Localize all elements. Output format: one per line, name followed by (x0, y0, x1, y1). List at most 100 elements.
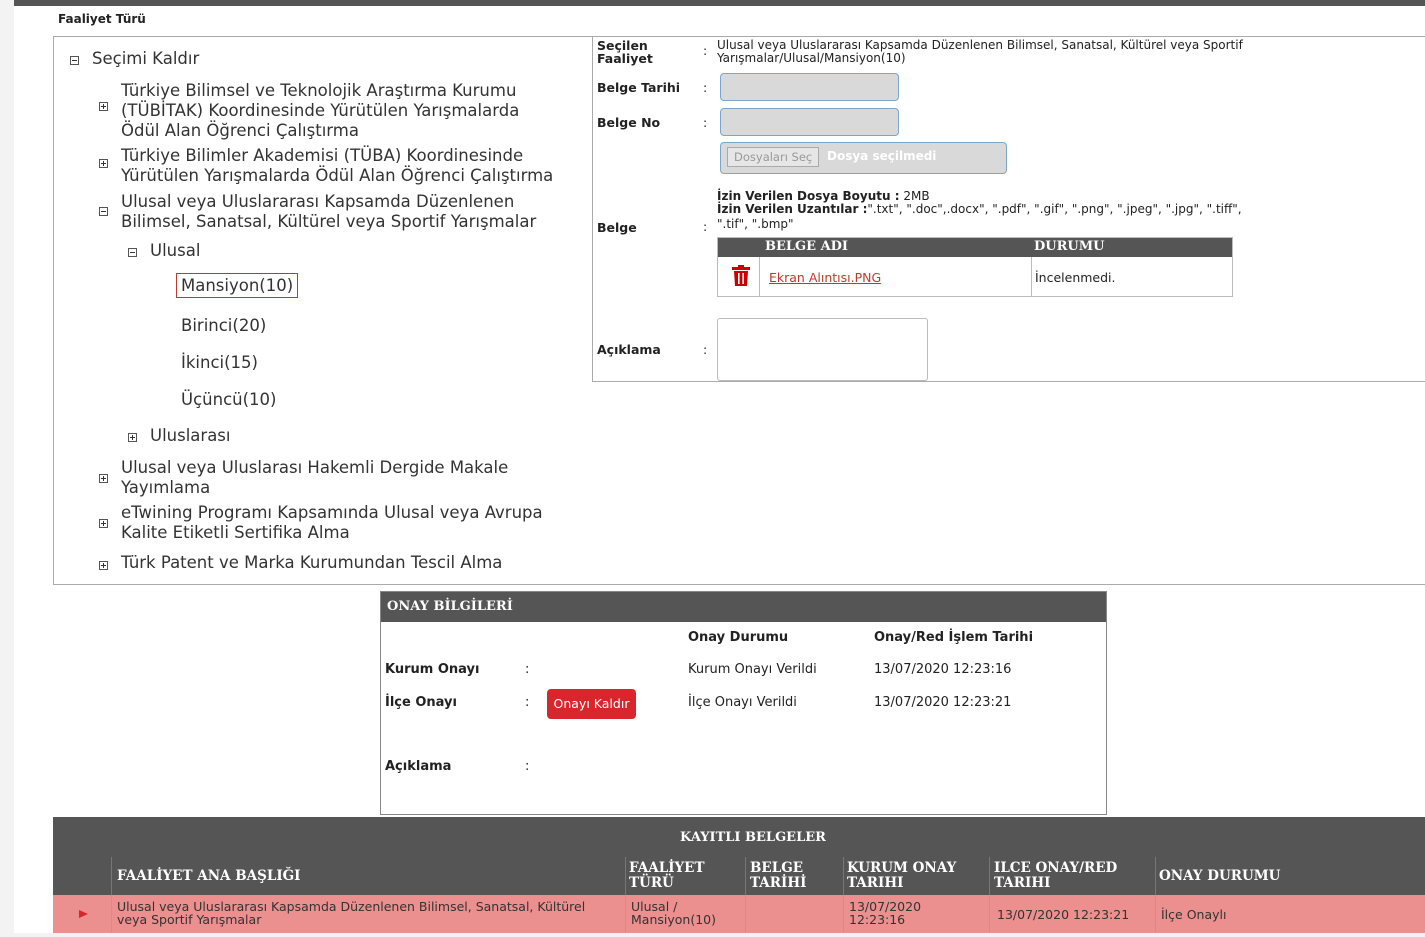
file-link[interactable]: Ekran Alıntısı.PNG (769, 270, 881, 285)
tree-leaf-ikinci[interactable]: İkinci(15) (181, 353, 258, 372)
allowed-size-value: 2MB (903, 189, 930, 203)
tree-leaf-birinci[interactable]: Birinci(20) (181, 316, 266, 335)
tree-item-etwinning-2[interactable]: Kalite Etiketli Sertifika Alma (121, 523, 350, 543)
cell-line: Mansiyon(10) (631, 912, 716, 927)
ilce-onay-durum: İlçe Onayı Verildi (688, 695, 797, 710)
onay-aciklama-label: Açıklama (385, 759, 452, 774)
cell-line: veya Sportif Yarışmalar (117, 912, 262, 927)
tree-item-makale-1[interactable]: Ulusal veya Uluslarası Hakemli Dergide M… (121, 458, 508, 478)
belge-table: BELGE ADI DURUMU Ekran Alıntısı.PNG İnce… (717, 237, 1233, 297)
fieldset-title: Faaliyet Türü (58, 12, 146, 26)
col-line: FAALİYET (629, 860, 705, 876)
activity-detail-panel: Seçilen Faaliyet : Ulusal veya Uluslarar… (592, 36, 1425, 382)
tree-item-ulusal-kapsam-2[interactable]: Bilimsel, Sanatsal, Kültürel veya Sporti… (121, 212, 536, 232)
divider (1155, 895, 1156, 933)
belge-tarihi-input[interactable] (720, 73, 899, 101)
col-durumu: DURUMU (1034, 239, 1105, 254)
choose-files-button[interactable]: Dosyaları Seç (727, 147, 820, 167)
col-belge-adi: BELGE ADI (765, 239, 849, 254)
divider (625, 895, 626, 933)
divider (1031, 257, 1032, 296)
label-line: Faaliyet (597, 51, 653, 66)
tree-item-tubitak-1[interactable]: Türkiye Bilimsel ve Teknolojik Araştırma… (121, 81, 516, 101)
collapse-icon[interactable] (99, 207, 108, 216)
value-line: Yarışmalar/Ulusal/Mansiyon(10) (717, 51, 906, 65)
tree-item-tubitak-3[interactable]: Ödül Alan Öğrenci Çalıştırma (121, 121, 359, 141)
tree-item-ulusal[interactable]: Ulusal (150, 241, 200, 261)
divider (843, 857, 844, 895)
col-line: ILCE ONAY/RED (994, 860, 1118, 876)
ilce-onay-tarih: 13/07/2020 12:23:21 (874, 695, 1012, 710)
divider (759, 257, 760, 296)
aciklama-label: Açıklama (597, 342, 661, 357)
row-ana-baslik: Ulusal veya Uluslararası Kapsamda Düzenl… (117, 900, 585, 926)
allowed-size-label: İzin Verilen Dosya Boyutu : (717, 189, 900, 203)
expand-icon[interactable] (128, 433, 137, 442)
registered-docs-header: KAYITLI BELGELER (53, 817, 1425, 857)
divider (111, 895, 112, 933)
divider (111, 857, 112, 895)
belge-no-input[interactable] (720, 108, 899, 136)
tree-clear-selection[interactable]: Seçimi Kaldır (92, 49, 199, 69)
file-status: İncelenmedi. (1035, 270, 1116, 285)
col-ana-baslik: FAALİYET ANA BAŞLIĞI (117, 868, 301, 884)
expand-icon[interactable] (99, 102, 108, 111)
expand-icon[interactable] (99, 519, 108, 528)
belge-table-header: BELGE ADI DURUMU (718, 238, 1232, 257)
tree-item-tuba-1[interactable]: Türkiye Bilimler Akademisi (TÜBA) Koordi… (121, 146, 523, 166)
aciklama-textarea[interactable] (717, 318, 928, 381)
page-frame: Faaliyet Türü Seçimi Kaldır Türkiye Bili… (14, 0, 1425, 933)
col-onay-durumu: ONAY DURUMU (1159, 868, 1281, 884)
col-onay-durumu: Onay Durumu (688, 630, 789, 645)
selected-activity-label: Seçilen Faaliyet (597, 39, 653, 65)
row-ilce-onay: 13/07/2020 12:23:21 (997, 907, 1130, 922)
colon: : (525, 759, 530, 774)
divider (745, 857, 746, 895)
col-line: TARIHI (847, 875, 904, 891)
colon: : (525, 695, 530, 710)
colon: : (525, 662, 530, 677)
approval-panel: ONAY BİLGİLERİ Onay Durumu Onay/Red İşle… (380, 591, 1107, 815)
registered-docs-title: KAYITLI BELGELER (680, 830, 826, 845)
trash-icon[interactable] (731, 265, 751, 287)
tree-item-patent[interactable]: Türk Patent ve Marka Kurumundan Tescil A… (121, 553, 502, 573)
selected-activity-value: Ulusal veya Uluslararası Kapsamda Düzenl… (717, 39, 1243, 65)
expand-icon[interactable] (99, 561, 108, 570)
col-line: KURUM ONAY (847, 860, 957, 876)
divider (843, 895, 844, 933)
tree-item-uluslarasi[interactable]: Uluslarası (150, 426, 231, 446)
colon: : (703, 80, 708, 95)
file-upload-field[interactable]: Dosyaları Seç Dosya seçilmedi (720, 142, 1007, 174)
col-faaliyet-turu: FAALİYET TÜRÜ (629, 861, 705, 891)
allowed-ext-label: İzin Verilen Uzantılar : (717, 202, 868, 216)
expand-row-icon[interactable] (79, 909, 89, 919)
table-row[interactable]: Ulusal veya Uluslararası Kapsamda Düzenl… (53, 895, 1425, 933)
allowed-extensions: İzin Verilen Uzantılar :".txt", ".doc",.… (717, 203, 1242, 216)
col-belge-tarihi: BELGE TARİHİ (750, 861, 806, 891)
tree-item-makale-2[interactable]: Yayımlama (121, 478, 210, 498)
tree-item-tubitak-2[interactable]: (TÜBİTAK) Koordinesinde Yürütülen Yarışm… (121, 101, 519, 121)
registered-docs-columns: FAALİYET ANA BAŞLIĞI FAALİYET TÜRÜ BELGE T… (53, 857, 1425, 895)
kurum-onay-label: Kurum Onayı (385, 662, 480, 677)
colon: : (703, 43, 708, 58)
col-line: TARIHI (994, 875, 1051, 891)
cell-line: 12:23:16 (849, 912, 906, 927)
tree-item-tuba-2[interactable]: Yürütülen Yarışmalarda Ödül Alan Öğrenci… (121, 166, 553, 186)
divider (989, 857, 990, 895)
tree-leaf-ucuncu[interactable]: Üçüncü(10) (181, 390, 276, 409)
tree-item-etwinning-1[interactable]: eTwining Programı Kapsamında Ulusal veya… (121, 503, 543, 523)
colon: : (703, 219, 708, 234)
col-line: BELGE (750, 860, 804, 876)
collapse-icon[interactable] (70, 56, 79, 65)
kurum-onay-tarih: 13/07/2020 12:23:16 (874, 662, 1012, 677)
expand-icon[interactable] (99, 159, 108, 168)
expand-icon[interactable] (99, 474, 108, 483)
remove-approval-button[interactable]: Onayı Kaldır (547, 689, 636, 719)
value-line: Ulusal veya Uluslararası Kapsamda Düzenl… (717, 38, 1243, 52)
tree-item-ulusal-kapsam-1[interactable]: Ulusal veya Uluslararası Kapsamda Düzenl… (121, 192, 514, 212)
tree-leaf-mansiyon[interactable]: Mansiyon(10) (176, 273, 299, 298)
belge-tarihi-label: Belge Tarihi (597, 80, 681, 95)
collapse-icon[interactable] (128, 248, 137, 257)
row-onay-durumu: İlçe Onaylı (1161, 907, 1227, 922)
divider (625, 857, 626, 895)
